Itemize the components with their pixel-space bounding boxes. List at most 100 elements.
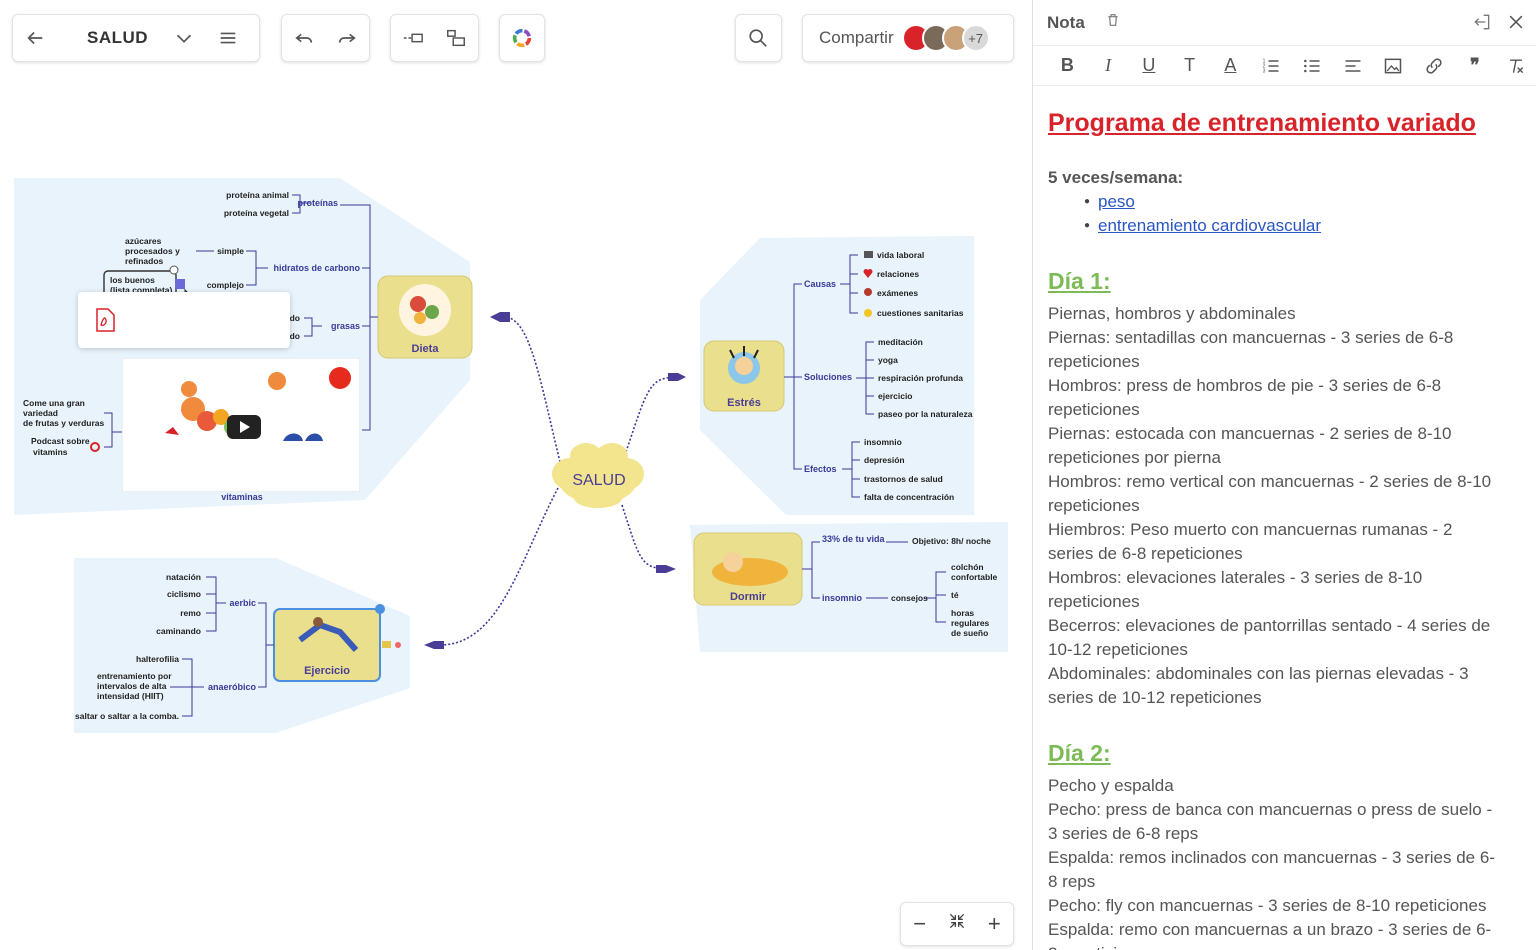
causa-relaciones[interactable]: relaciones	[877, 269, 919, 279]
italic-button[interactable]: I	[1088, 50, 1129, 82]
ordered-list-button[interactable]: 123	[1251, 50, 1292, 82]
efecto-insomnio[interactable]: insomnio	[864, 437, 902, 447]
note-line: Pecho: press de banca con mancuernas o p…	[1048, 800, 1493, 819]
consejo-colchon-1[interactable]: colchón	[951, 562, 984, 572]
sol-ejercicio[interactable]: ejercicio	[878, 391, 913, 401]
underline-button[interactable]: U	[1129, 50, 1170, 82]
bold-button[interactable]: B	[1047, 50, 1088, 82]
node-estres[interactable]: Estrés	[703, 340, 785, 412]
link-dormir	[621, 504, 671, 570]
podcast-1[interactable]: Podcast sobre	[31, 436, 90, 446]
sol-meditacion[interactable]: meditación	[878, 337, 923, 347]
play-icon[interactable]	[227, 415, 261, 439]
collaborator-avatars[interactable]: +7	[901, 24, 1004, 52]
history-toolbar	[281, 14, 370, 62]
branch-anaerobico[interactable]: anaeróbico	[208, 682, 257, 692]
consejo-te[interactable]: té	[951, 590, 959, 600]
insert-image-button[interactable]	[1373, 50, 1414, 82]
note-come-2: variedad	[23, 408, 58, 418]
note-line: Hiembros: Peso muerto con mancuernas rum…	[1048, 520, 1453, 539]
sol-paseo[interactable]: paseo por la naturaleza	[878, 409, 973, 419]
link-cardio[interactable]: entrenamiento cardiovascular	[1098, 216, 1321, 235]
fit-screen-button[interactable]	[939, 911, 975, 937]
zoom-out-button[interactable]: −	[902, 911, 938, 937]
topic-simple[interactable]: simple	[217, 246, 244, 256]
back-button[interactable]	[13, 15, 57, 61]
link-indicator-icon[interactable]	[395, 642, 401, 648]
sol-respiracion[interactable]: respiración profunda	[878, 373, 963, 383]
efecto-trastornos[interactable]: trastornos de salud	[864, 474, 943, 484]
more-collaborators-badge[interactable]: +7	[961, 24, 990, 52]
video-thumbnail[interactable]	[122, 358, 360, 492]
anaer-halterofilia[interactable]: halterofilia	[136, 654, 179, 664]
align-button[interactable]	[1332, 50, 1373, 82]
collapse-handle[interactable]	[169, 265, 179, 275]
attachment-card[interactable]	[78, 292, 290, 348]
quote-button[interactable]: ❞	[1455, 50, 1496, 82]
topic-azucares-1[interactable]: azúcares	[125, 236, 162, 246]
redo-button[interactable]	[326, 15, 370, 61]
anaer-saltar[interactable]: saltar o saltar a la comba.	[75, 711, 179, 721]
aerbic-natacion[interactable]: natación	[166, 572, 201, 582]
aerbic-caminando[interactable]: caminando	[156, 626, 201, 636]
chevron-down-icon	[177, 34, 192, 43]
insert-link-button[interactable]	[1414, 50, 1455, 82]
note-indicator-icon[interactable]	[382, 641, 391, 648]
undock-icon[interactable]	[1472, 12, 1492, 32]
close-icon[interactable]	[1506, 12, 1526, 32]
branch-33-vida[interactable]: 33% de tu vida	[822, 534, 886, 544]
note-body[interactable]: Programa de entrenamiento variado 5 vece…	[1033, 86, 1536, 950]
topic-los-buenos[interactable]: los buenos	[110, 275, 155, 285]
branch-vitaminas[interactable]: vitaminas	[221, 492, 263, 502]
objetivo-8h[interactable]: Objetivo: 8h/ noche	[912, 536, 991, 546]
aerbic-ciclismo[interactable]: ciclismo	[167, 589, 201, 599]
central-node[interactable]: SALUD	[552, 443, 644, 508]
sol-yoga[interactable]: yoga	[878, 355, 898, 365]
topic-complejo[interactable]: complejo	[207, 280, 244, 290]
anaer-hiit-1[interactable]: entrenamiento por	[97, 671, 172, 681]
share-button[interactable]: Compartir	[803, 28, 902, 48]
branch-hidratos[interactable]: hidratos de carbono	[273, 263, 360, 273]
zoom-in-button[interactable]: +	[976, 911, 1012, 937]
causa-examenes[interactable]: exámenes	[877, 288, 918, 298]
anaer-hiit-2: intervalos de alta	[97, 681, 167, 691]
title-dropdown-button[interactable]	[162, 15, 206, 61]
attachment-icon[interactable]	[175, 279, 185, 289]
bullet-list-button[interactable]	[1292, 50, 1333, 82]
node-ejercicio[interactable]: Ejercicio	[273, 604, 385, 682]
efecto-depresion[interactable]: depresión	[864, 455, 905, 465]
branch-proteinas[interactable]: proteínas	[297, 198, 338, 208]
link-peso[interactable]: peso	[1098, 192, 1135, 211]
menu-button[interactable]	[206, 15, 250, 61]
topic-proteina-vegetal[interactable]: proteína vegetal	[224, 208, 289, 218]
text-color-button[interactable]: A	[1210, 50, 1251, 82]
node-collapse-toggle[interactable]	[375, 604, 385, 614]
text-size-button[interactable]: T	[1169, 50, 1210, 82]
color-style-button[interactable]	[500, 15, 544, 61]
causa-sanitarias[interactable]: cuestiones sanitarias	[877, 308, 964, 318]
branch-grasas[interactable]: grasas	[331, 321, 360, 331]
add-topic-button[interactable]	[391, 15, 435, 61]
branch-efectos[interactable]: Efectos	[804, 464, 837, 474]
map-title[interactable]: SALUD	[57, 28, 162, 48]
search-button[interactable]	[736, 15, 780, 61]
aerbic-remo[interactable]: remo	[180, 608, 201, 618]
topic-proteina-animal[interactable]: proteína animal	[226, 190, 289, 200]
undo-button[interactable]	[282, 15, 326, 61]
topic-consejos[interactable]: consejos	[891, 593, 928, 603]
mindmap-canvas[interactable]: SALUD Dieta proteínas hidratos de carbon…	[0, 0, 1032, 950]
branch-aerbic[interactable]: aerbic	[229, 598, 256, 608]
branch-insomnio[interactable]: insomnio	[822, 593, 863, 603]
trash-icon[interactable]	[1105, 12, 1121, 33]
consejo-horas-1[interactable]: horas	[951, 608, 974, 618]
node-dormir[interactable]: Dormir	[693, 532, 803, 606]
note-come-1[interactable]: Come una gran	[23, 398, 85, 408]
efecto-concentracion[interactable]: falta de concentración	[864, 492, 954, 502]
causa-vida-laboral[interactable]: vida laboral	[877, 250, 924, 260]
node-dieta[interactable]: Dieta	[377, 275, 473, 359]
consejo-horas-2: regulares	[951, 618, 990, 628]
clear-format-button[interactable]	[1495, 50, 1536, 82]
add-subtopic-button[interactable]	[435, 15, 479, 61]
branch-causas[interactable]: Causas	[804, 279, 836, 289]
branch-soluciones[interactable]: Soluciones	[804, 372, 852, 382]
